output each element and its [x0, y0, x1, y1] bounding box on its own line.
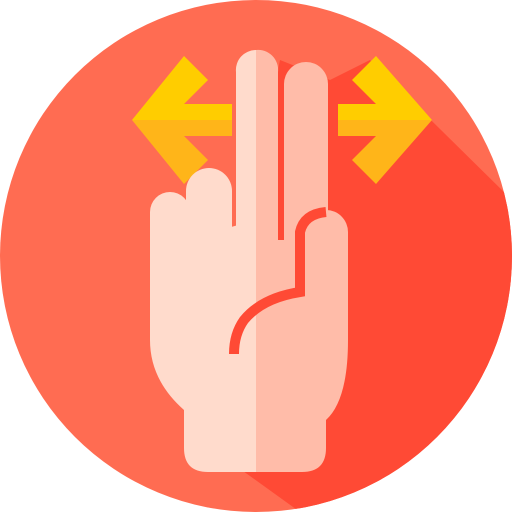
gesture-svg	[0, 0, 512, 512]
two-finger-spread-gesture-icon	[0, 0, 512, 512]
